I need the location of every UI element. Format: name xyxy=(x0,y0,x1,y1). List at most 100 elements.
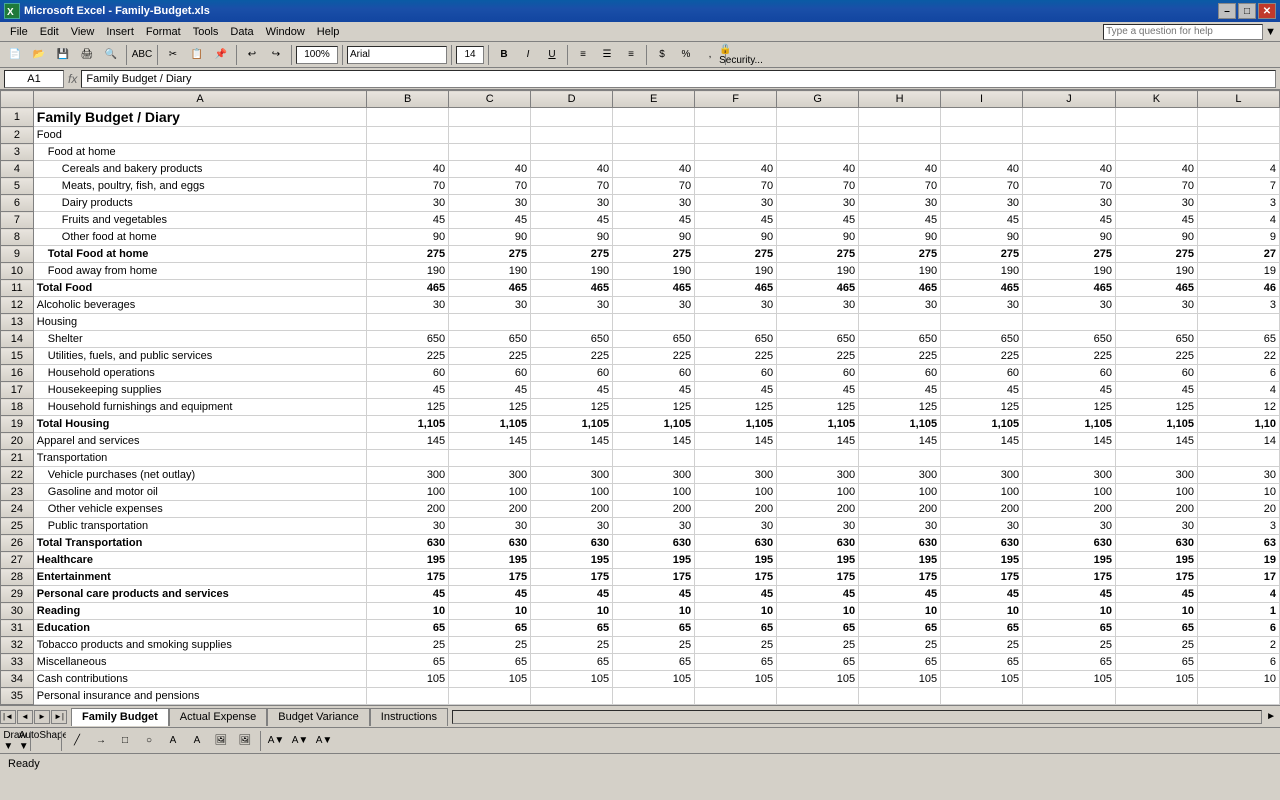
cell-value[interactable]: 300 xyxy=(859,467,941,484)
cell-label[interactable]: Food away from home xyxy=(33,263,366,280)
cell-label[interactable]: Vehicle purchases (net outlay) xyxy=(33,467,366,484)
cell-value[interactable]: 45 xyxy=(367,212,449,229)
cell-value[interactable]: 46 xyxy=(1197,280,1279,297)
cell-value[interactable] xyxy=(859,144,941,161)
cell-value[interactable]: 1,105 xyxy=(859,416,941,433)
cell-value[interactable]: 10 xyxy=(1197,484,1279,501)
cell-value[interactable]: 10 xyxy=(1197,671,1279,688)
cell-value[interactable]: 90 xyxy=(531,229,613,246)
cell-value[interactable] xyxy=(1197,144,1279,161)
cell-value[interactable]: 30 xyxy=(449,518,531,535)
cell-value[interactable]: 65 xyxy=(613,654,695,671)
cell-value[interactable] xyxy=(531,144,613,161)
cell-value[interactable] xyxy=(1115,127,1197,144)
minimize-button[interactable]: – xyxy=(1218,3,1236,19)
cell-value[interactable]: 90 xyxy=(941,229,1023,246)
cell-label[interactable]: Personal insurance and pensions xyxy=(33,688,366,705)
cell-value[interactable]: 60 xyxy=(367,365,449,382)
cell-value[interactable]: 70 xyxy=(1023,178,1116,195)
cell-value[interactable]: 90 xyxy=(449,229,531,246)
cell-value[interactable]: 19 xyxy=(1197,263,1279,280)
cell-value[interactable]: 10 xyxy=(695,603,777,620)
cell-value[interactable] xyxy=(1115,144,1197,161)
cell-value[interactable] xyxy=(941,314,1023,331)
cell-value[interactable]: 30 xyxy=(777,195,859,212)
cell-value[interactable]: 65 xyxy=(1115,620,1197,637)
cell-value[interactable]: 145 xyxy=(695,433,777,450)
cell-value[interactable] xyxy=(859,314,941,331)
cell-label[interactable]: Housing xyxy=(33,314,366,331)
cell-value[interactable]: 30 xyxy=(941,195,1023,212)
cell-value[interactable]: 40 xyxy=(367,161,449,178)
font-color-button[interactable]: A▼ xyxy=(313,731,335,751)
cell-value[interactable]: 630 xyxy=(613,535,695,552)
cell-value[interactable] xyxy=(1197,127,1279,144)
cell-value[interactable]: 65 xyxy=(941,620,1023,637)
col-header-k[interactable]: K xyxy=(1115,91,1197,108)
cell-value[interactable]: 100 xyxy=(1115,484,1197,501)
cell-value[interactable]: 465 xyxy=(613,280,695,297)
oval-tool[interactable]: ○ xyxy=(138,731,160,751)
cell-value[interactable]: 195 xyxy=(1023,552,1116,569)
tab-next-button[interactable]: ► xyxy=(34,710,50,724)
cell-value[interactable]: 90 xyxy=(777,229,859,246)
cell-value[interactable]: 22 xyxy=(1197,348,1279,365)
cell-value[interactable]: 30 xyxy=(859,518,941,535)
cell-value[interactable]: 10 xyxy=(531,603,613,620)
cell-value[interactable]: 105 xyxy=(367,671,449,688)
cell-value[interactable]: 40 xyxy=(941,161,1023,178)
cell-value[interactable] xyxy=(613,450,695,467)
tab-family-budget[interactable]: Family Budget xyxy=(71,708,169,726)
cell-value[interactable]: 200 xyxy=(1115,501,1197,518)
cell-value[interactable]: 650 xyxy=(449,331,531,348)
cell-value[interactable]: 145 xyxy=(777,433,859,450)
cell-value[interactable]: 105 xyxy=(941,671,1023,688)
cell-value[interactable] xyxy=(1023,127,1116,144)
cell-value[interactable]: 45 xyxy=(367,382,449,399)
cell-value[interactable]: 1,10 xyxy=(1197,416,1279,433)
cell-value[interactable]: 145 xyxy=(1023,433,1116,450)
cell-value[interactable] xyxy=(941,688,1023,705)
cell-value[interactable]: 65 xyxy=(1023,620,1116,637)
cell-value[interactable]: 1,105 xyxy=(449,416,531,433)
cell-value[interactable]: 70 xyxy=(531,178,613,195)
cell-value[interactable]: 45 xyxy=(449,382,531,399)
cell-label[interactable]: Public transportation xyxy=(33,518,366,535)
cell-value[interactable]: 630 xyxy=(695,535,777,552)
cell-value[interactable]: 630 xyxy=(859,535,941,552)
cell-value[interactable]: 45 xyxy=(859,586,941,603)
cell-value[interactable]: 275 xyxy=(531,246,613,263)
cell-value[interactable]: 65 xyxy=(367,620,449,637)
cell-value[interactable]: 45 xyxy=(777,586,859,603)
cell-value[interactable] xyxy=(449,127,531,144)
cell-value[interactable]: 30 xyxy=(941,297,1023,314)
cell-value[interactable]: 25 xyxy=(695,637,777,654)
cell-value[interactable] xyxy=(531,314,613,331)
cell-value[interactable]: 195 xyxy=(613,552,695,569)
cell-value[interactable]: 200 xyxy=(941,501,1023,518)
cell-value[interactable]: 60 xyxy=(695,365,777,382)
cell-value[interactable]: 200 xyxy=(1023,501,1116,518)
cell-value[interactable]: 27 xyxy=(1197,246,1279,263)
cell-value[interactable]: 14 xyxy=(1197,433,1279,450)
cell-value[interactable]: 12 xyxy=(1197,399,1279,416)
cell-value[interactable]: 125 xyxy=(1115,399,1197,416)
cell-value[interactable]: 225 xyxy=(777,348,859,365)
col-header-g[interactable]: G xyxy=(777,91,859,108)
cell-value[interactable]: 30 xyxy=(941,518,1023,535)
cell-value[interactable]: 17 xyxy=(1197,569,1279,586)
cell-value[interactable]: 125 xyxy=(859,399,941,416)
horizontal-scrollbar[interactable] xyxy=(452,710,1262,724)
cell-value[interactable]: 30 xyxy=(1023,297,1116,314)
cell-label[interactable]: Tobacco products and smoking supplies xyxy=(33,637,366,654)
cell-value[interactable]: 65 xyxy=(695,654,777,671)
cell-value[interactable] xyxy=(859,450,941,467)
cell-value[interactable]: 90 xyxy=(859,229,941,246)
cell-value[interactable]: 65 xyxy=(859,654,941,671)
cell-value[interactable] xyxy=(695,314,777,331)
cell-value[interactable]: 40 xyxy=(531,161,613,178)
arrow-tool[interactable]: → xyxy=(90,731,112,751)
cell-value[interactable]: 175 xyxy=(859,569,941,586)
picture-tool[interactable]: 🖼 xyxy=(234,731,256,751)
cell-value[interactable]: 200 xyxy=(531,501,613,518)
